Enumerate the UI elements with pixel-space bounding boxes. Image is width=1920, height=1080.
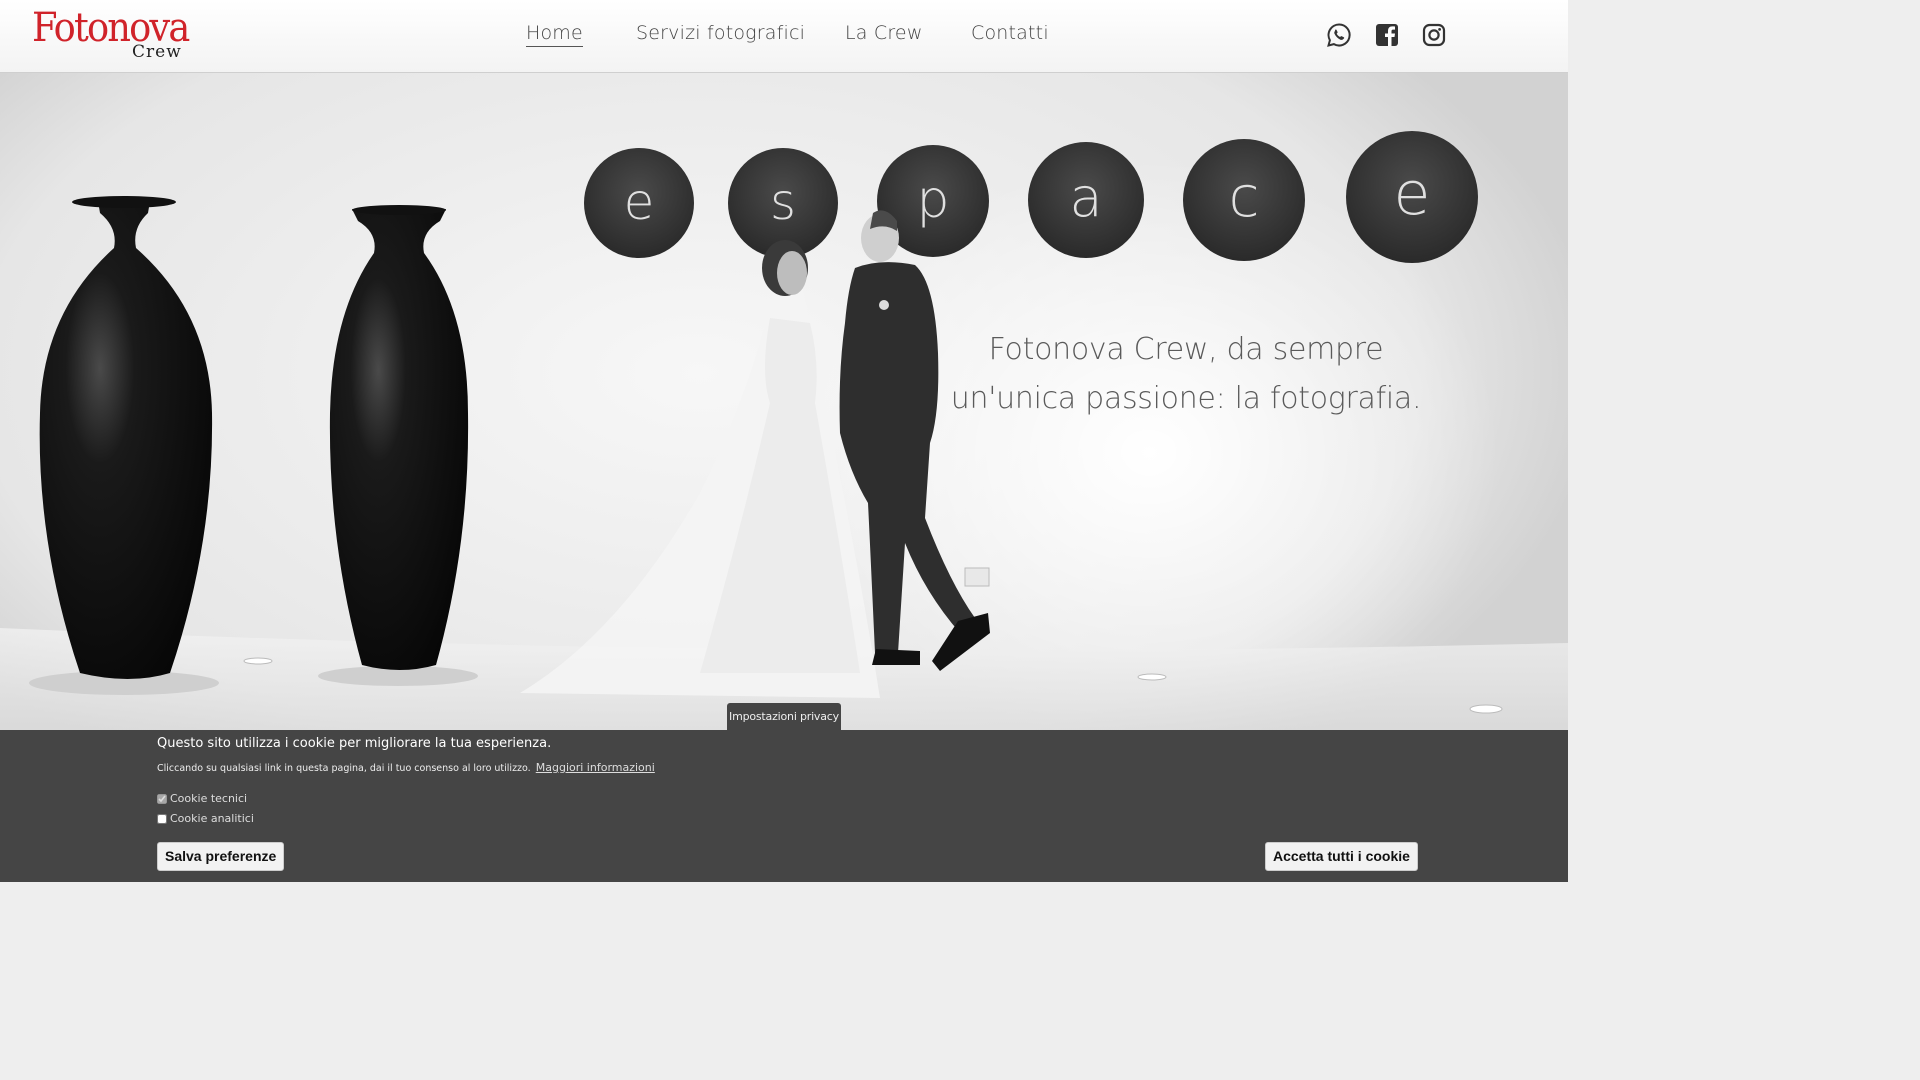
facebook-icon[interactable] [1374,22,1400,48]
cookie-description: Cliccando su qualsiasi link in questa pa… [157,761,655,774]
nav-item-contatti[interactable]: Contatti [971,22,1049,44]
save-preferences-button[interactable]: Salva preferenze [157,842,285,871]
bride-figure [520,240,880,698]
analytics-cookies-label: Cookie analitici [170,812,254,825]
wall-letter: a [1069,166,1102,229]
nav-item-servizi-fotografici[interactable]: Servizi fotografici [636,22,805,44]
wall-letter: p [916,170,949,230]
cookie-option-technical[interactable]: Cookie tecnici [157,792,247,805]
technical-cookies-checkbox[interactable] [157,793,167,804]
wall-letter: e [624,173,655,231]
nav-item-la-crew[interactable]: La Crew [845,22,923,44]
analytics-cookies-checkbox[interactable] [157,813,167,824]
cookie-banner: Questo sito utilizza i cookie per miglio… [0,730,1568,882]
hero-tagline: Fotonova Crew, da sempre un'unica passio… [940,325,1432,423]
black-vases [29,196,478,695]
wall-letter: e [1394,159,1431,229]
whatsapp-icon[interactable] [1326,22,1352,48]
instagram-icon[interactable] [1421,22,1447,48]
site-header: Fotonova Crew Home Servizi fotografici L… [0,0,1568,73]
tagline-line-2: un'unica passione: la fotografia. [950,381,1422,416]
wall-letter: s [770,173,796,231]
cookie-option-analytics[interactable]: Cookie analitici [157,812,254,825]
accept-all-cookies-button[interactable]: Accetta tutti i cookie [1265,842,1418,871]
more-info-link[interactable]: Maggiori informazioni [536,761,655,774]
cookie-text: Cliccando su qualsiasi link in questa pa… [157,763,531,774]
nav-item-home[interactable]: Home [526,22,583,47]
technical-cookies-label: Cookie tecnici [170,792,248,805]
tagline-line-1: Fotonova Crew, da sempre [988,332,1384,367]
cookie-title: Questo sito utilizza i cookie per miglio… [157,736,552,751]
wall-letter: c [1229,165,1260,230]
hero-section: e s p a c e Fotonova Crew, da sempre un'… [0,73,1568,733]
privacy-settings-tab[interactable]: Impostazioni privacy [727,703,841,731]
wall-lettering: e s p a c e [584,131,1478,263]
